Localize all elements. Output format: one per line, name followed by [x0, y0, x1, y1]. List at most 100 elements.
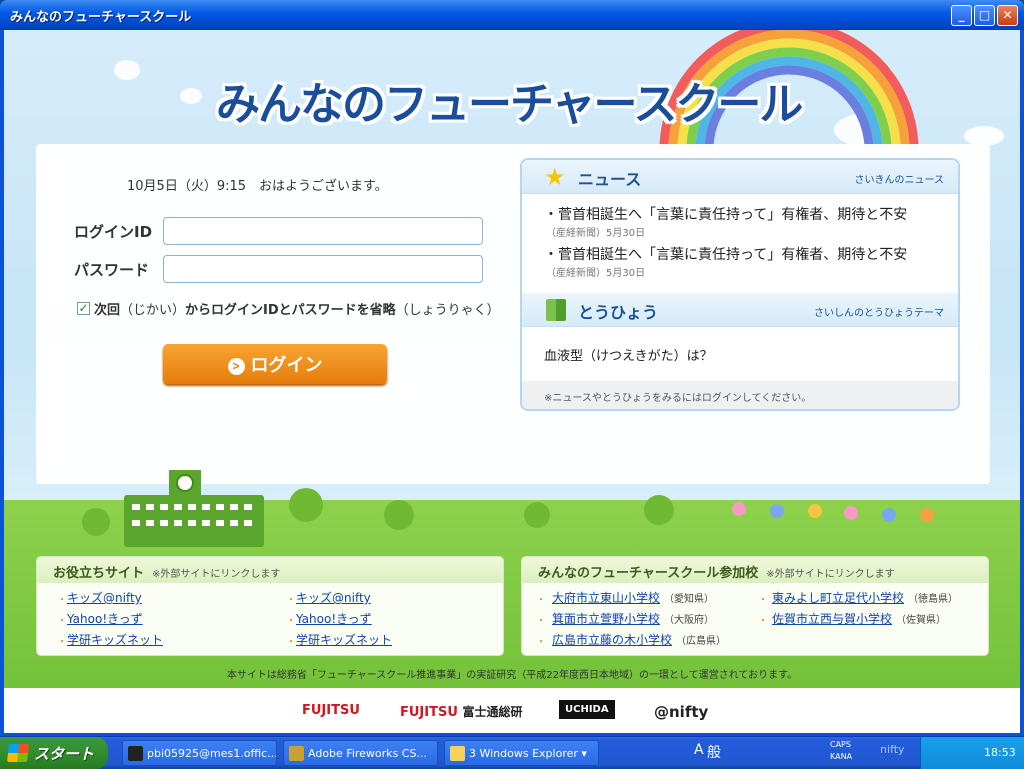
flower-icon [882, 508, 896, 522]
fireworks-icon [289, 746, 304, 761]
taskbar: スタート pbi05925@mes1.offic... Adobe Firewo… [0, 736, 1024, 769]
link-school-ajiro[interactable]: 東みよし町立足代小学校 （徳島県） [772, 589, 958, 606]
link-gakken-kids[interactable]: 学研キッズネット [67, 631, 163, 648]
bullet-icon: ・ [758, 595, 768, 606]
login-id-input[interactable] [163, 217, 483, 245]
flower-icon [920, 508, 934, 522]
news-headline-1[interactable]: ・菅首相誕生へ「言葉に責任持って」有権者、期待と不安 [544, 204, 907, 224]
useful-sites-header: お役立ちサイト ※外部サイトにリンクします [37, 557, 503, 583]
bullet-icon: ・ [286, 637, 296, 648]
link-school-nishiyoka[interactable]: 佐賀市立西与賀小学校 （佐賀県） [772, 610, 946, 627]
cloud-decoration [964, 126, 1004, 146]
link-kids-nifty[interactable]: キッズ@nifty [67, 589, 142, 606]
tree-icon [384, 500, 414, 530]
folder-icon [450, 746, 465, 761]
poll-note-bar: ※ニュースやとうひょうをみるにはログインしてください。 [522, 381, 958, 409]
taskbar-clock[interactable]: 18:53 [984, 746, 1016, 759]
maximize-button[interactable]: □ [974, 5, 995, 26]
external-link-note: ※外部サイトにリンクします [766, 569, 895, 580]
nifty-logo[interactable]: @nifty [654, 703, 708, 721]
schools-header: みんなのフューチャースクール参加校 ※外部サイトにリンクします [522, 557, 988, 583]
useful-sites-panel: お役立ちサイト ※外部サイトにリンクします ・ キッズ@nifty ・ Yahoo… [36, 556, 504, 656]
window-title: みんなのフューチャースクール [10, 10, 192, 25]
flower-icon [844, 506, 858, 520]
bullet-icon: ・ [286, 616, 296, 627]
date-greeting: 10月5日（火）9:15 おはようございます。 [127, 179, 388, 194]
site-logo[interactable]: みんなのフューチャースクール [216, 68, 803, 132]
poll-header: とうひょう さいしんのとうひょうテーマ [522, 293, 958, 327]
star-icon: ★ [544, 163, 566, 191]
bullet-icon: ・ [758, 616, 768, 627]
browser-window: みんなのフューチャースクール _ □ ✕ みんなのフューチャースクール 10月5… [0, 0, 1024, 736]
tree-icon [82, 508, 110, 536]
close-button[interactable]: ✕ [997, 5, 1018, 26]
login-button[interactable]: > ログイン [163, 344, 387, 384]
link-school-kayano[interactable]: 箕面市立萱野小学校 （大阪府） [552, 610, 714, 627]
page-content: みんなのフューチャースクール 10月5日（火）9:15 おはようございます。 ロ… [4, 30, 1020, 733]
cloud-decoration [114, 60, 140, 80]
bullet-icon: ・ [536, 595, 546, 606]
ime-mode-indicator[interactable]: A [694, 742, 704, 758]
flower-icon [770, 504, 784, 518]
news-poll-panel: ★ ニュース さいきんのニュース ・菅首相誕生へ「言葉に責任持って」有権者、期待… [520, 158, 960, 411]
nifty-toolbar-label[interactable]: nifty [880, 743, 905, 756]
remember-checkbox[interactable]: ✓ [77, 302, 90, 315]
external-link-note: ※外部サイトにリンクします [152, 569, 281, 580]
taskbar-item-fireworks[interactable]: Adobe Fireworks CS... [283, 740, 438, 766]
flower-icon [732, 502, 746, 516]
kana-lock-indicator: KANA [830, 752, 853, 761]
link-yahoo-kids[interactable]: Yahoo!きっず [67, 610, 143, 627]
poll-subtitle: さいしんのとうひょうテーマ [814, 308, 944, 319]
link-school-higashiyama[interactable]: 大府市立東山小学校 （愛知県） [552, 589, 714, 606]
news-title: ニュース [578, 170, 642, 189]
start-button[interactable]: スタート [0, 737, 108, 769]
clock-icon [176, 474, 194, 492]
bullet-icon: ・ [536, 616, 546, 627]
link-school-fujinoki[interactable]: 広島市立藤の木小学校 （広島県） [552, 631, 726, 648]
news-header: ★ ニュース さいきんのニュース [522, 160, 958, 194]
link-yahoo-kids-2[interactable]: Yahoo!きっず [296, 610, 372, 627]
password-label: パスワード [74, 261, 150, 279]
login-id-label: ログインID [74, 223, 153, 241]
news-source-2: （産経新聞）5月30日 [546, 268, 646, 279]
app-icon [128, 746, 143, 761]
tree-icon [644, 495, 674, 525]
news-headline-2[interactable]: ・菅首相誕生へ「言葉に責任持って」有権者、期待と不安 [544, 244, 907, 264]
ime-kana-indicator[interactable]: 般 [707, 742, 721, 762]
footer-note: 本サイトは総務省「フューチャースクール推進事業」の実証研究（平成22年度西日本地… [226, 670, 798, 681]
sponsor-bar: FUJITSU FUJITSU 富士通総研 UCHIDA @nifty [4, 688, 1020, 733]
news-source-1: （産経新聞）5月30日 [546, 228, 646, 239]
news-subtitle: さいきんのニュース [854, 175, 945, 186]
arrow-right-icon: > [227, 357, 245, 375]
bullet-icon: ・ [57, 595, 67, 606]
minimize-button[interactable]: _ [951, 5, 972, 26]
password-input[interactable] [163, 255, 483, 283]
tree-icon [289, 488, 323, 522]
caps-indicator: CAPS [830, 740, 851, 749]
schools-title: みんなのフューチャースクール参加校 [538, 566, 759, 581]
link-kids-nifty-2[interactable]: キッズ@nifty [296, 589, 371, 606]
school-windows [132, 520, 252, 526]
school-windows [132, 504, 252, 510]
login-note: ※ニュースやとうひょうをみるにはログインしてください。 [544, 393, 812, 404]
flower-icon [808, 504, 822, 518]
cube-icon [546, 299, 566, 321]
taskbar-item-mail[interactable]: pbi05925@mes1.offic... [122, 740, 277, 766]
remember-label[interactable]: 次回（じかい）からログインIDとパスワードを省略（しょうりゃく） [94, 299, 500, 318]
poll-title: とうひょう [578, 303, 659, 322]
poll-question[interactable]: 血液型（けつえきがた）は？ [544, 345, 713, 364]
useful-sites-title: お役立ちサイト [53, 566, 145, 581]
bullet-icon: ・ [286, 595, 296, 606]
link-gakken-kids-2[interactable]: 学研キッズネット [296, 631, 392, 648]
uchida-logo[interactable]: UCHIDA [559, 700, 615, 719]
taskbar-item-explorer[interactable]: 3 Windows Explorer ▾ [444, 740, 599, 766]
tree-icon [524, 502, 550, 528]
fujitsu-logo[interactable]: FUJITSU [302, 703, 360, 718]
bullet-icon: ・ [536, 637, 546, 648]
schools-panel: みんなのフューチャースクール参加校 ※外部サイトにリンクします ・ 大府市立東山小… [521, 556, 989, 656]
fujitsu-research-logo[interactable]: FUJITSU 富士通総研 [400, 703, 522, 720]
bullet-icon: ・ [57, 616, 67, 627]
bullet-icon: ・ [57, 637, 67, 648]
cloud-decoration [180, 88, 202, 104]
title-bar[interactable]: みんなのフューチャースクール _ □ ✕ [0, 0, 1024, 30]
